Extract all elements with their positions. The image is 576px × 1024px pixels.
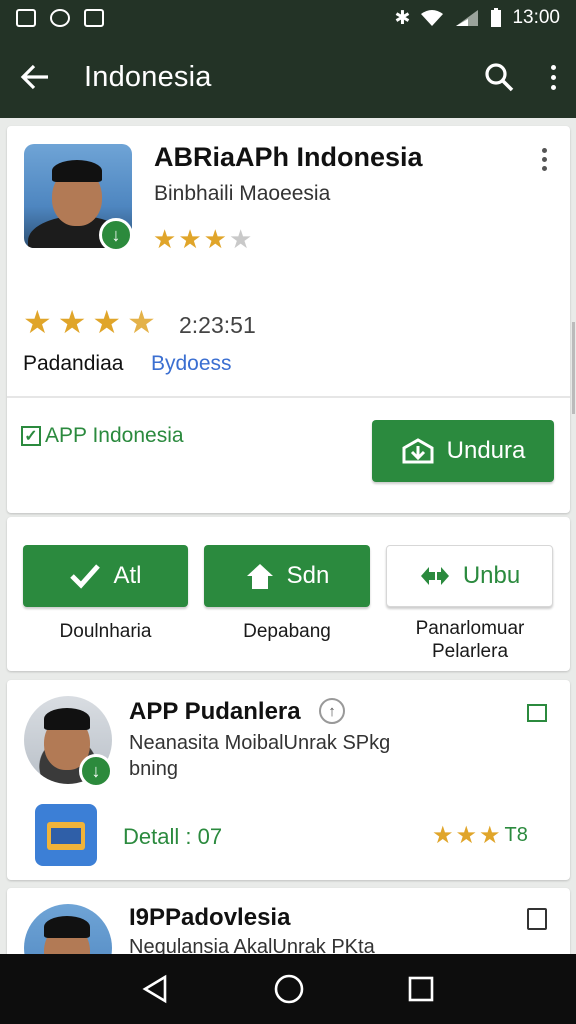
app-detail-card: ↓ ABRiaAPh Indonesia Binbhaili Maoeesia … [7, 126, 570, 513]
action-caption: Depabang [243, 621, 331, 642]
star-icon: ★ [23, 304, 52, 340]
back-nav-icon[interactable] [141, 974, 171, 1004]
card-menu-icon[interactable] [542, 148, 547, 171]
signal-icon [456, 10, 479, 26]
info-icon: ↑ [319, 698, 345, 724]
clock-notification-icon [50, 9, 70, 27]
install-button[interactable]: Undura [372, 420, 554, 482]
recents-nav-icon[interactable] [407, 975, 435, 1003]
star-icon: ★ [127, 304, 156, 340]
app-subtitle: Binbhaili Maoeesia [154, 182, 331, 205]
checkbox-icon[interactable]: ✓ [21, 426, 41, 446]
star-icon: ★ [57, 304, 87, 340]
checkbox-label: APP Indonesia [45, 424, 184, 447]
scrollbar[interactable] [572, 322, 575, 414]
search-icon[interactable] [483, 61, 515, 93]
list-item-rating-text: T8 [504, 824, 528, 846]
app-category: Padandiaa [23, 352, 124, 375]
app-bar: Indonesia [0, 36, 576, 118]
app-checkbox-row[interactable]: ✓ APP Indonesia [21, 424, 184, 448]
large-rating-stars: ★ ★ ★ ★ [23, 306, 156, 338]
list-item[interactable]: I9PPadovlesia Nequlansia AkalUnrak PKta [7, 888, 570, 958]
action-caption: Doulnharia [59, 621, 152, 642]
bookmark-icon[interactable] [527, 908, 547, 930]
list-item-detail: Detall : 07 [123, 824, 223, 849]
rating-count: 2:23:51 [179, 312, 256, 338]
wifi-icon [421, 10, 444, 26]
star-icon: ★ [178, 224, 202, 254]
action-label: Atl [113, 562, 142, 589]
small-rating-stars: ★ ★ ★ ★ [153, 226, 252, 252]
status-time: 13:00 [512, 7, 560, 28]
home-icon [246, 564, 273, 589]
list-item[interactable]: ↓ APP Pudanlera ↑ Neanasita MoibalUnrak … [7, 680, 570, 880]
action-label: Unbu [462, 562, 521, 589]
list-item-description-2: bning [129, 758, 178, 780]
status-bar: ✱ 13:00 [0, 0, 576, 36]
star-icon: ★ [228, 224, 253, 254]
check-icon [70, 564, 101, 589]
star-icon: ★ [92, 304, 122, 340]
action-label: Sdn [286, 562, 330, 589]
app-thumbnail-icon [35, 804, 97, 866]
star-icon: ★ [479, 822, 501, 849]
home-nav-icon[interactable] [273, 973, 305, 1005]
star-icon: ★ [153, 224, 177, 254]
divider [7, 396, 570, 398]
image-notification-icon [16, 9, 36, 27]
download-badge-icon: ↓ [79, 754, 113, 788]
install-icon [402, 438, 434, 464]
battery-icon [491, 8, 502, 27]
star-icon: ★ [432, 822, 454, 849]
action-caption: Panarlomuar Pelarlera [415, 618, 525, 662]
navigation-bar [0, 954, 576, 1024]
star-icon: ★ [455, 822, 478, 849]
page-title: Indonesia [84, 60, 212, 93]
install-button-label: Undura [446, 437, 526, 464]
overflow-menu-icon[interactable] [551, 64, 556, 90]
download-badge-icon: ↓ [99, 218, 133, 252]
swap-icon [420, 567, 449, 585]
list-item-title: I9PPadovlesia [129, 904, 291, 931]
bookmark-icon[interactable] [527, 704, 547, 722]
back-arrow-icon[interactable] [20, 64, 50, 90]
avatar [24, 904, 112, 958]
action-button-atl[interactable]: Atl [23, 545, 188, 607]
list-item-title: APP Pudanlera [129, 698, 301, 725]
app-title: ABRiaAPh Indonesia [154, 142, 423, 172]
action-button-sdn[interactable]: Sdn [204, 545, 370, 607]
action-button-unbu[interactable]: Unbu [386, 545, 553, 607]
message-notification-icon [84, 9, 104, 27]
developer-link[interactable]: Bydoess [151, 352, 232, 376]
star-icon: ★ [203, 224, 227, 254]
bluetooth-icon: ✱ [394, 7, 411, 29]
list-item-rating-stars: ★ ★ ★ T8 [432, 824, 528, 848]
actions-card: Atl Doulnharia Sdn Depabang Unbu Panarlo… [7, 517, 570, 671]
list-item-description: Neanasita MoibalUnrak SPkg [129, 732, 391, 754]
